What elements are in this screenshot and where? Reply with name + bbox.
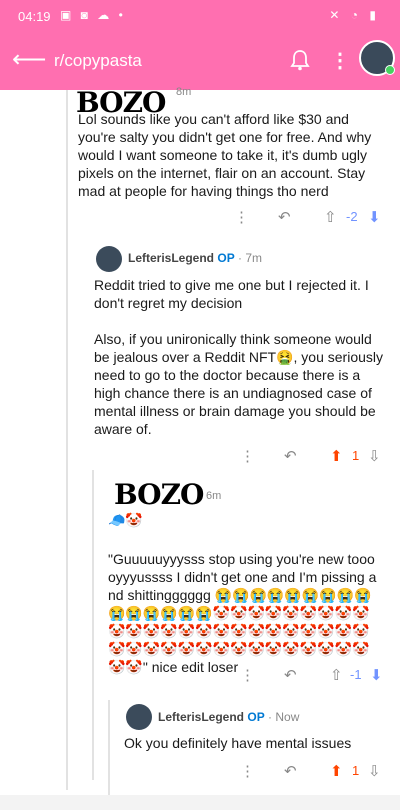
vote-score: -1	[350, 667, 362, 682]
comment-time: · 7m	[238, 251, 263, 265]
more-options-icon[interactable]: ⋮	[240, 666, 255, 684]
vote-score: 1	[352, 763, 360, 778]
avatar[interactable]	[96, 246, 122, 272]
thread-line	[108, 700, 110, 800]
status-bar: 04:19 ▣ ◙ ☁ • ✕ ◔ ▮	[0, 0, 400, 34]
reply-icon[interactable]: ↶	[284, 762, 297, 780]
comment-thread: BOZO 8m Lol sounds like you can't afford…	[0, 86, 400, 810]
vote-score: 1	[352, 448, 360, 463]
reply-icon[interactable]: ↶	[278, 208, 291, 226]
comment-body: Reddit tried to give me one but I reject…	[94, 277, 384, 437]
downvote-icon[interactable]: ⇩	[368, 447, 381, 465]
app-bar: ⟵ r/copypasta ⋮	[0, 34, 400, 90]
upvote-icon[interactable]: ⬆	[330, 762, 343, 780]
thread-line	[92, 470, 94, 780]
status-time: 04:19	[18, 9, 51, 24]
comment-body: "Guuuuuyyysss stop using you're new tooo…	[108, 551, 377, 675]
reply-bar[interactable]	[0, 795, 400, 810]
vote-score: -2	[346, 209, 358, 224]
reply-icon[interactable]: ↶	[284, 447, 297, 465]
comment-actions: ⋮ ↶ ⬆ 1 ⇩	[234, 447, 398, 469]
system-icons: ✕ ◔ ▮	[329, 8, 380, 22]
comment-time: 8m	[176, 86, 192, 98]
op-badge: OP	[217, 251, 235, 265]
scribbled-username: BOZO	[114, 478, 204, 511]
avatar[interactable]	[126, 704, 152, 730]
comment-body: Lol sounds like you can't afford like $3…	[78, 111, 376, 199]
comment-author[interactable]: LefterisLegend	[158, 710, 244, 724]
online-status-dot	[385, 65, 395, 75]
comment-header: LefterisLegend OP · 7m	[128, 249, 388, 267]
reply-icon[interactable]: ↶	[284, 666, 297, 684]
thread-line	[66, 90, 68, 790]
downvote-icon[interactable]: ⇩	[368, 762, 381, 780]
comment-time: 6m	[206, 490, 222, 502]
notification-icons: ▣ ◙ ☁ •	[60, 8, 126, 22]
comment-time: · Now	[268, 710, 300, 724]
upvote-icon[interactable]: ⬆	[330, 447, 343, 465]
comment-actions: ⋮ ↶ ⬆ 1 ⇩	[234, 762, 398, 784]
comment-header: LefterisLegend OP · Now	[158, 708, 388, 726]
upvote-icon[interactable]: ⇧	[330, 666, 343, 684]
comment-author[interactable]: LefterisLegend	[128, 251, 214, 265]
more-options-icon[interactable]: ⋮	[234, 208, 249, 226]
back-arrow-icon[interactable]: ⟵	[12, 48, 46, 72]
user-flair: 🧢🤡	[108, 512, 143, 528]
more-options-icon[interactable]: ⋮	[240, 447, 255, 465]
bell-icon[interactable]	[290, 49, 310, 76]
op-badge: OP	[247, 710, 265, 724]
comment-actions: ⋮ ↶ ⇧ -1 ⬇	[234, 666, 398, 688]
comment-actions: ⋮ ↶ ⇧ -2 ⬇	[228, 208, 398, 230]
subreddit-title[interactable]: r/copypasta	[54, 51, 142, 71]
downvote-icon[interactable]: ⬇	[368, 208, 381, 226]
more-menu-icon[interactable]: ⋮	[330, 48, 350, 73]
more-options-icon[interactable]: ⋮	[240, 762, 255, 780]
comment-body: Ok you definitely have mental issues	[124, 735, 352, 751]
downvote-icon[interactable]: ⬇	[370, 666, 383, 684]
upvote-icon[interactable]: ⇧	[324, 208, 337, 226]
